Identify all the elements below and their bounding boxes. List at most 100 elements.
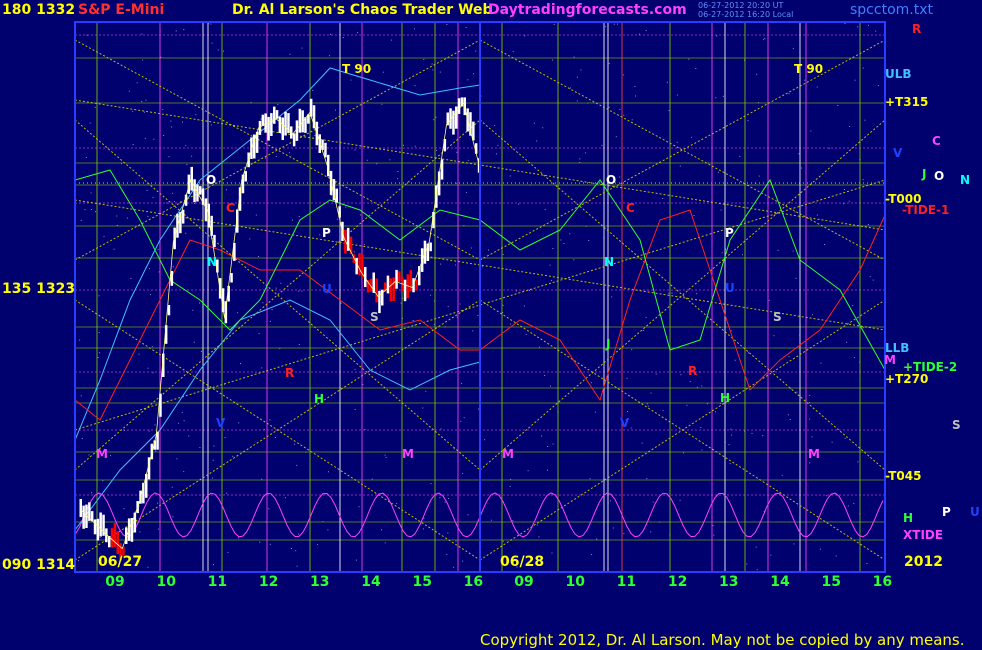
price-bar (267, 116, 270, 141)
price-bar (375, 278, 378, 303)
star-dot (868, 24, 869, 26)
star-dot (824, 244, 826, 245)
star-dot (178, 422, 180, 424)
star-dot (446, 553, 448, 555)
star-dot (350, 79, 352, 81)
star-dot (152, 372, 154, 374)
star-dot (292, 219, 293, 221)
star-dot (676, 94, 678, 96)
price-bar (392, 277, 395, 301)
star-dot (371, 478, 373, 480)
star-dot (518, 203, 520, 205)
star-dot (547, 469, 548, 471)
star-dot (81, 438, 83, 439)
star-dot (812, 314, 813, 316)
star-dot (835, 555, 837, 557)
star-dot (381, 529, 382, 531)
star-dot (328, 471, 329, 473)
star-dot (168, 156, 170, 158)
star-dot (425, 390, 427, 392)
star-dot (89, 122, 91, 124)
x-tick-label: 12 (259, 574, 278, 590)
star-dot (689, 381, 691, 383)
star-dot (232, 455, 234, 457)
star-dot (249, 238, 251, 240)
star-dot (440, 428, 442, 430)
price-bar (429, 242, 432, 252)
star-dot (762, 435, 764, 437)
star-dot (742, 254, 743, 256)
star-dot (652, 501, 654, 503)
star-dot (788, 93, 790, 95)
star-dot (422, 407, 424, 409)
price-bar (389, 278, 393, 302)
star-dot (258, 256, 260, 257)
star-dot (260, 118, 262, 120)
star-dot (110, 455, 111, 457)
star-dot (330, 33, 332, 35)
star-dot (103, 235, 105, 237)
star-dot (623, 74, 625, 76)
star-dot (291, 548, 292, 549)
star-dot (171, 486, 173, 488)
plot-marker-label: M (96, 447, 108, 461)
price-bar (244, 171, 247, 182)
plot-marker-label: N (207, 255, 217, 269)
star-dot (444, 501, 446, 503)
star-dot (183, 29, 185, 30)
star-dot (423, 517, 425, 519)
star-dot (436, 149, 437, 151)
star-dot (680, 374, 682, 376)
plot-marker-label: H (314, 392, 324, 406)
star-dot (213, 445, 215, 447)
star-dot (269, 419, 271, 421)
star-dot (98, 332, 100, 334)
star-dot (113, 248, 115, 250)
price-bar (398, 271, 401, 282)
star-dot (188, 435, 190, 437)
star-dot (619, 108, 621, 110)
star-dot (149, 268, 151, 270)
chart-title: Dr. Al Larson's Chaos Trader Web (232, 2, 493, 18)
star-dot (459, 303, 461, 305)
star-dot (728, 444, 730, 446)
star-dot (867, 224, 869, 225)
star-dot (330, 195, 332, 197)
star-dot (298, 344, 300, 345)
star-dot (472, 330, 474, 332)
star-dot (751, 432, 753, 434)
star-dot (497, 144, 499, 146)
price-bar (213, 234, 216, 248)
star-dot (720, 209, 722, 211)
price-trace (79, 102, 481, 550)
star-dot (141, 101, 143, 103)
star-dot (128, 90, 130, 92)
star-dot (227, 551, 229, 553)
star-dot (148, 430, 150, 432)
star-dot (747, 120, 749, 122)
star-dot (465, 27, 467, 29)
star-dot (213, 564, 214, 566)
star-dot (431, 63, 433, 65)
star-dot (605, 26, 607, 28)
star-dot (400, 302, 402, 304)
plot-marker-label: P (322, 226, 331, 240)
star-dot (94, 106, 96, 108)
star-dot (671, 292, 673, 294)
plot-marker-label: N (604, 255, 614, 269)
star-dot (478, 408, 480, 410)
star-dot (192, 309, 194, 311)
star-dot (544, 375, 546, 376)
right-label-c: C (932, 134, 941, 148)
star-dot (329, 55, 330, 57)
star-dot (390, 39, 392, 41)
star-dot (155, 450, 157, 452)
x-tick-label: 15 (412, 574, 431, 590)
star-dot (97, 357, 99, 358)
star-dot (590, 382, 592, 384)
star-dot (440, 263, 442, 265)
star-dot (172, 266, 174, 268)
plot-marker-label: C (626, 201, 635, 215)
star-dot (340, 302, 342, 304)
site-label[interactable]: Daytradingforecasts.com (488, 2, 687, 18)
